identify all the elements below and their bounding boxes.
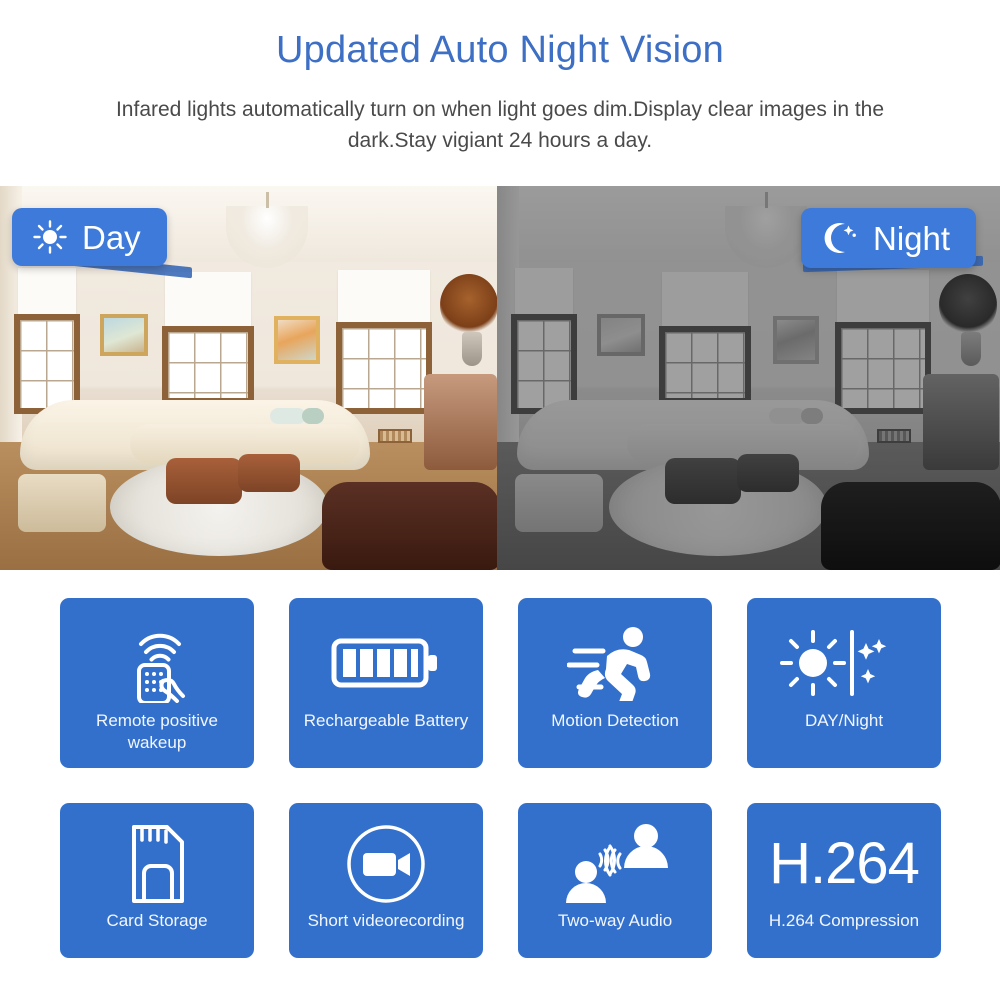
radiator-vent: [877, 429, 911, 443]
feature-tile-two-way-audio[interactable]: Two-way Audio: [518, 803, 712, 958]
window-shade: [837, 270, 929, 324]
plant-vase: [961, 332, 981, 366]
window-shade: [338, 270, 430, 324]
battery-icon: [331, 620, 441, 706]
window-shade: [515, 268, 573, 320]
plant-vase: [462, 332, 482, 366]
feature-tile-label: Short videorecording: [307, 911, 465, 930]
armchair: [821, 482, 1000, 570]
armchair: [322, 482, 497, 570]
feature-tile-label: Remote positive wakeup: [96, 711, 218, 752]
window-left: [511, 314, 577, 414]
coffee-table-left: [665, 458, 741, 504]
h264-text: H.264: [769, 821, 920, 906]
feature-tile-label: Rechargeable Battery: [303, 711, 469, 730]
fireplace-mantel: [424, 374, 497, 470]
potted-plant: [440, 274, 497, 336]
night-image-pane: Night: [497, 186, 1000, 570]
window-shade: [662, 272, 748, 330]
feature-tile-h264-compression[interactable]: H.264 H.264 Compression: [747, 803, 941, 958]
feature-tile-remote-wakeup[interactable]: Remote positive wakeup: [60, 598, 254, 768]
painting-seascape: [597, 314, 645, 356]
feature-tile-label: Two-way Audio: [557, 911, 673, 930]
running-person-icon: [567, 620, 663, 706]
potted-plant: [939, 274, 997, 336]
feature-tile-grid: Remote positive wakeup Rechargeable Batt…: [60, 598, 942, 958]
feature-tile-day-night[interactable]: DAY/Night: [747, 598, 941, 768]
ottoman: [515, 474, 603, 532]
feature-tile-motion-detection[interactable]: Motion Detection: [518, 598, 712, 768]
remote-control-icon: [119, 620, 195, 706]
sd-card-icon: [122, 821, 192, 906]
moon-stars-icon: [824, 223, 856, 253]
sofa-pillow: [769, 408, 805, 424]
page-header: Updated Auto Night Vision Infared lights…: [0, 0, 1000, 156]
sofa-pillow: [302, 408, 324, 424]
window-right: [835, 322, 931, 414]
feature-tile-card-storage[interactable]: Card Storage: [60, 803, 254, 958]
coffee-table-left: [166, 458, 242, 504]
fireplace-mantel: [923, 374, 999, 470]
night-badge[interactable]: Night: [801, 208, 977, 268]
painting-autumn: [274, 316, 320, 364]
window-center: [659, 326, 751, 404]
radiator-vent: [378, 429, 412, 443]
painting-autumn: [773, 316, 819, 364]
day-image-pane: Day: [0, 186, 497, 570]
window-left: [14, 314, 80, 414]
page-title: Updated Auto Night Vision: [276, 29, 724, 71]
sofa-pillow: [801, 408, 823, 424]
window-shade: [18, 268, 76, 320]
window-right: [336, 322, 432, 414]
feature-tile-label: Motion Detection: [551, 711, 679, 730]
painting-seascape: [100, 314, 148, 356]
h264-big-label: H.264: [769, 830, 920, 896]
window-center: [162, 326, 254, 404]
feature-tile-label: DAY/Night: [804, 711, 884, 730]
window-shade: [165, 272, 251, 330]
coffee-table-right: [737, 454, 799, 492]
sofa-pillow: [270, 408, 306, 424]
feature-tile-short-videorecording[interactable]: Short videorecording: [289, 803, 483, 958]
sun-moon-icon: [780, 620, 908, 706]
video-camera-icon: [345, 821, 427, 906]
day-badge[interactable]: Day: [12, 208, 167, 266]
page-subtitle: Infared lights automatically turn on whe…: [115, 97, 885, 152]
day-badge-label: Day: [82, 218, 141, 256]
sun-icon: [33, 220, 67, 254]
feature-tile-rechargeable-battery[interactable]: Rechargeable Battery: [289, 598, 483, 768]
feature-tile-label: H.264 Compression: [768, 911, 920, 930]
night-badge-label: Night: [873, 219, 951, 257]
two-way-audio-icon: [556, 821, 674, 906]
feature-tile-label: Card Storage: [106, 911, 208, 930]
ottoman: [18, 474, 106, 532]
day-night-comparison: Day Night: [0, 186, 1000, 570]
coffee-table-right: [238, 454, 300, 492]
